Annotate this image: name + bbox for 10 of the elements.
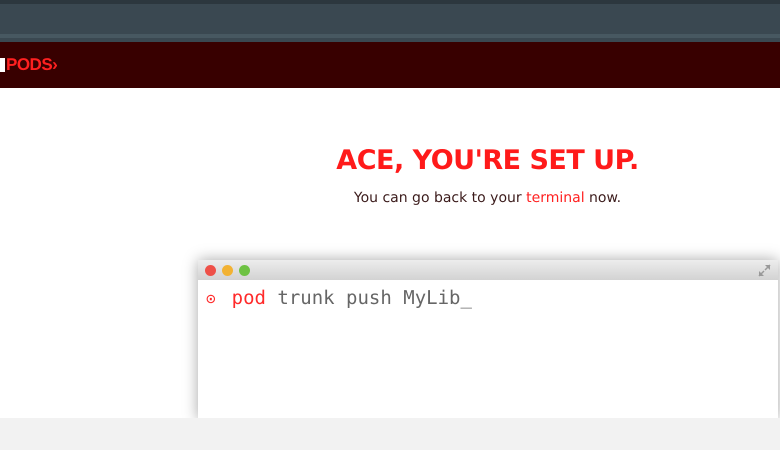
zoom-icon[interactable] [239, 264, 250, 276]
prompt-icon: ⊙ [206, 288, 216, 308]
command-line: pod trunk push MyLib_ [232, 287, 472, 309]
page-heading: ACE, YOU'RE SET UP. [335, 145, 640, 176]
minimize-icon[interactable] [222, 264, 233, 276]
close-icon[interactable] [205, 264, 216, 276]
terminal-link[interactable]: terminal [526, 190, 585, 206]
logo[interactable]: PODS› [6, 55, 58, 75]
fullscreen-icon[interactable] [758, 264, 771, 276]
instruction-text: You can go back to your terminal now. [352, 190, 622, 206]
